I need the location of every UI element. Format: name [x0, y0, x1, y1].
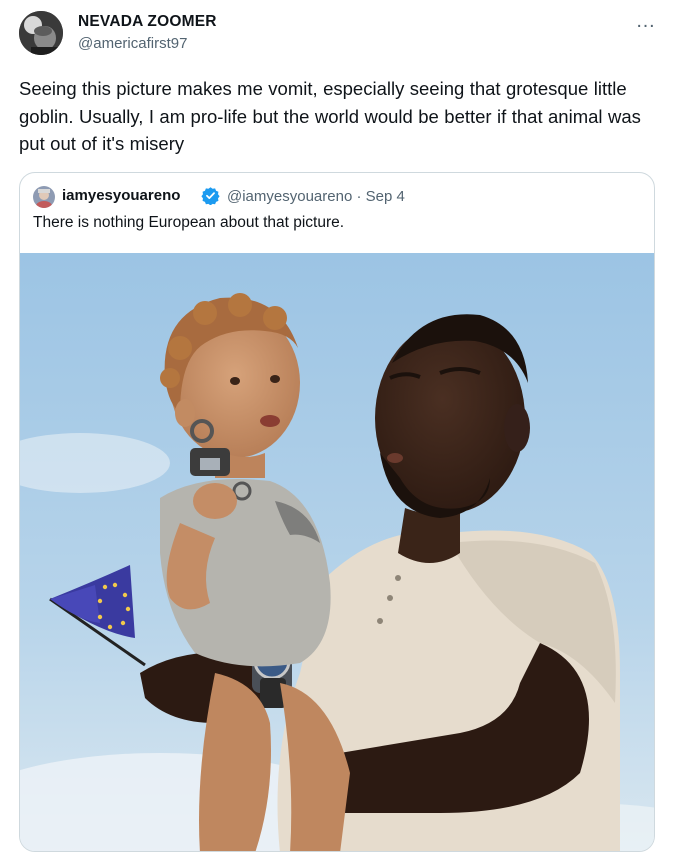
quoted-handle-date: @iamyesyouareno · Sep 4 [227, 188, 405, 205]
quoted-tweet[interactable]: iamyesyouareno @iamyesyouareno · Sep 4 T… [19, 172, 655, 852]
photo-icon [20, 253, 654, 851]
tweet-text: Seeing this picture makes me vomit, espe… [19, 78, 641, 154]
author-avatar[interactable] [19, 11, 63, 55]
more-options-icon[interactable]: … [634, 10, 658, 32]
verified-badge-icon [201, 186, 220, 206]
author-handle[interactable]: @americafirst97 [78, 35, 187, 52]
quoted-display-name: iamyesyouareno [62, 187, 181, 204]
quoted-photo[interactable] [20, 253, 654, 851]
tweet-card: NEVADA ZOOMER @americafirst97 … Seeing t… [0, 0, 685, 852]
quoted-avatar[interactable] [33, 186, 55, 208]
author-display-name[interactable]: NEVADA ZOOMER [78, 13, 217, 31]
quoted-text: There is nothing European about that pic… [33, 214, 345, 231]
